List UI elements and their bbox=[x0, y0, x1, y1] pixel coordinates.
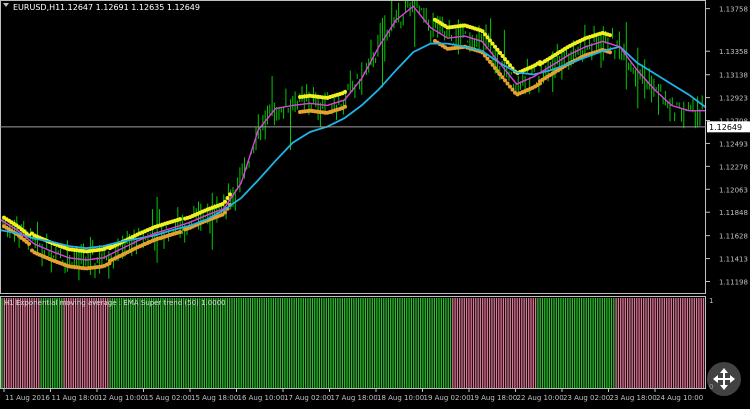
y-tick-label: 1.11628 bbox=[719, 233, 748, 241]
x-tick-label: 19 Aug 02:00 bbox=[424, 394, 471, 402]
chart-symbol: EURUSD,H1 bbox=[13, 3, 60, 12]
move-arrows-icon bbox=[713, 368, 735, 390]
trend-dot-lower bbox=[498, 72, 502, 77]
trend-dot-lower bbox=[503, 78, 507, 83]
x-tick-label: 24 Aug 10:00 bbox=[656, 394, 703, 402]
x-tick-label: 12 Aug 10:00 bbox=[98, 394, 145, 402]
trend-dot-upper bbox=[490, 41, 495, 46]
trend-dot-lower bbox=[508, 84, 512, 89]
y-tick-label: 1.13758 bbox=[719, 6, 748, 14]
trend-dot-upper bbox=[498, 50, 502, 55]
trend-dot-lower bbox=[490, 62, 495, 67]
trend-dot-lower bbox=[505, 81, 510, 86]
y-tick-label: 1.11198 bbox=[719, 278, 748, 286]
x-tick-label: 15 Aug 18:00 bbox=[191, 394, 238, 402]
trend-dot-upper bbox=[485, 35, 490, 40]
chart-area[interactable]: 1.137581.133581.131381.129231.127081.124… bbox=[0, 0, 750, 405]
x-tick-label: 23 Aug 18:00 bbox=[610, 394, 657, 402]
trend-dot-lower bbox=[178, 229, 182, 234]
trend-dot-lower bbox=[27, 241, 31, 246]
y-tick-label: 1.11413 bbox=[719, 256, 748, 264]
zoom-button[interactable] bbox=[707, 362, 741, 396]
trend-dot-upper bbox=[608, 33, 612, 38]
x-tick-label: 22 Aug 10:00 bbox=[517, 394, 564, 402]
x-tick-label: 17 Aug 02:00 bbox=[284, 394, 331, 402]
ohlc-readout: 1.12647 1.12691 1.12635 1.12649 bbox=[60, 3, 200, 12]
trend-dot-upper bbox=[495, 47, 500, 52]
current-price-label: 1.12649 bbox=[709, 123, 742, 132]
trend-dot-upper bbox=[225, 196, 230, 201]
trend-dot-upper bbox=[483, 32, 487, 37]
x-tick-label: 17 Aug 18:00 bbox=[331, 394, 378, 402]
x-tick-label: 23 Aug 02:00 bbox=[563, 394, 610, 402]
y-tick-label: 1.11848 bbox=[719, 209, 748, 217]
y-tick-label: 1.12278 bbox=[719, 163, 748, 171]
trend-dot-lower bbox=[485, 56, 490, 61]
trend-dot-upper bbox=[493, 44, 497, 49]
trend-dot-upper bbox=[508, 63, 512, 68]
trend-dot-lower bbox=[608, 50, 612, 55]
price-chart-svg[interactable]: 1.137581.133581.131381.129231.127081.124… bbox=[0, 0, 750, 405]
x-tick-label: 11 Aug 18:00 bbox=[52, 394, 99, 402]
y-tick-label: 1.12063 bbox=[719, 186, 748, 194]
trend-dot-upper bbox=[178, 217, 182, 222]
trend-dot-lower bbox=[493, 66, 497, 71]
trend-dot-lower bbox=[500, 75, 505, 80]
y-tick-label: 1.13358 bbox=[719, 48, 748, 56]
x-tick-label: 18 Aug 10:00 bbox=[377, 394, 424, 402]
trend-dot-upper bbox=[503, 57, 507, 62]
trend-dot-upper bbox=[223, 199, 227, 204]
trend-dot-upper bbox=[488, 38, 492, 43]
trend-dot-lower bbox=[488, 59, 492, 64]
y-tick-label: 1.12493 bbox=[719, 140, 748, 148]
x-tick-label: 19 Aug 18:00 bbox=[470, 394, 517, 402]
trend-dot-upper bbox=[480, 29, 485, 34]
trend-dot-upper bbox=[343, 89, 347, 94]
y-tick-label: 1.13138 bbox=[719, 72, 748, 80]
trend-dot-upper bbox=[228, 192, 232, 197]
trend-dot-lower bbox=[495, 69, 500, 74]
indicator-label: H1 Exponential moving average : EMA Supe… bbox=[4, 299, 226, 307]
trend-dot-lower bbox=[510, 87, 515, 92]
x-tick-label: 11 Aug 2016 bbox=[5, 394, 50, 402]
trend-dot-upper bbox=[500, 53, 505, 58]
indicator-scale-top: 1 bbox=[709, 297, 713, 305]
y-tick-label: 1.12923 bbox=[719, 95, 748, 103]
x-tick-label: 15 Aug 02:00 bbox=[145, 394, 192, 402]
x-tick-label: 16 Aug 10:00 bbox=[238, 394, 285, 402]
trend-dot-upper bbox=[505, 60, 510, 65]
trend-dot-lower bbox=[343, 104, 347, 109]
